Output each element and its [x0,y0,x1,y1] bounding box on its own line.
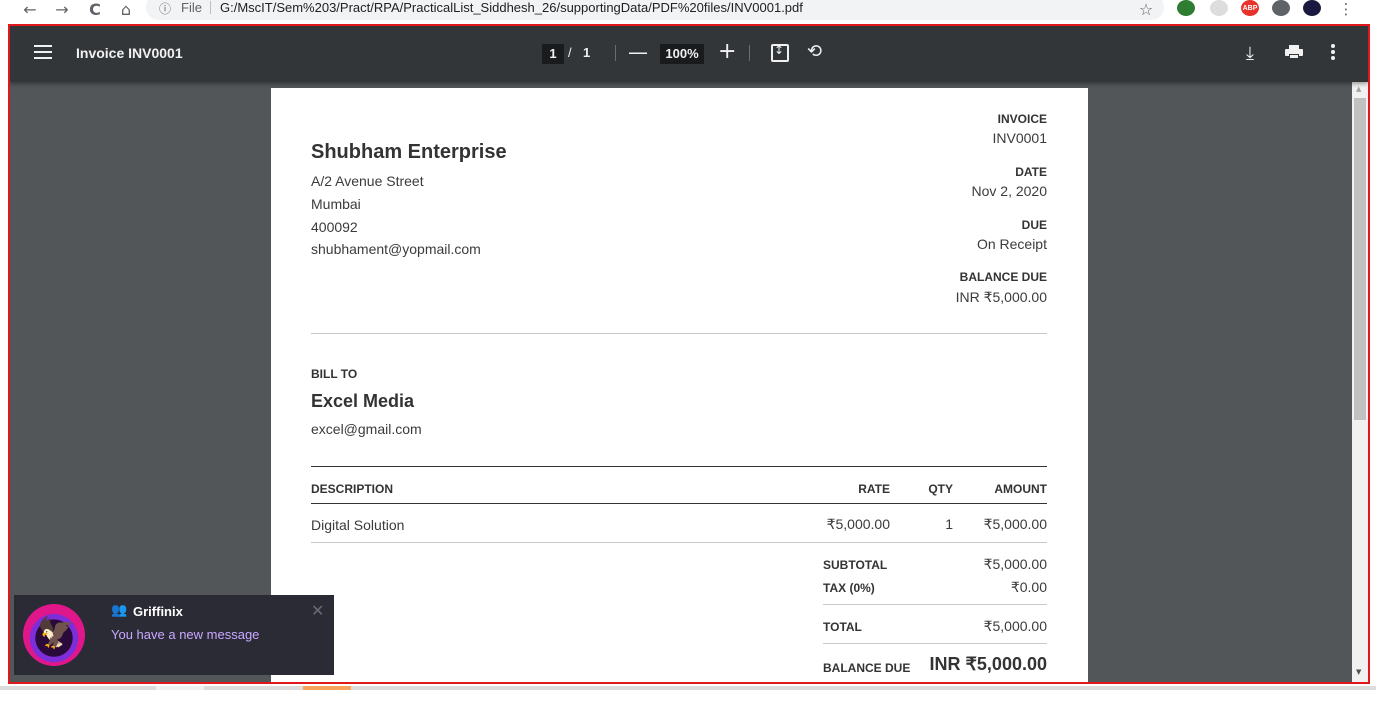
address-divider [210,1,211,14]
page-total: 1 [583,45,591,60]
toolbar-divider [615,45,616,61]
amount-header: AMOUNT [994,482,1047,496]
table-header-border [311,503,1047,504]
company-address: A/2 Avenue Street [311,173,424,189]
forward-arrow-icon[interactable]: → [51,0,73,19]
subtotal-label: SUBTOTAL [823,558,888,572]
scheme-label: File [181,0,202,15]
qty-header: QTY [928,482,953,496]
message-notification[interactable]: 👥 Griffinix You have a new message ✕ [14,595,334,675]
taskbar-item-active[interactable] [303,686,351,690]
home-icon[interactable]: ⌂ [115,0,137,19]
griffin-avatar [23,604,85,666]
url-text[interactable]: G:/MscIT/Sem%203/Pract/RPA/PracticalList… [220,0,803,16]
due-value: On Receipt [976,236,1047,252]
notification-title: Griffinix [133,604,183,619]
download-icon[interactable]: ⤓ [1246,43,1254,64]
zoom-in-button[interactable]: + [718,41,736,63]
company-email: shubhament@yopmail.com [311,241,481,257]
table-top-border [311,466,1047,467]
total-label: TOTAL [823,620,862,634]
date-label: DATE [1015,165,1047,179]
balance-due-label: BALANCE DUE [959,270,1047,284]
fit-to-page-icon[interactable] [771,43,789,62]
green-extension-icon[interactable] [1177,0,1195,16]
notification-message[interactable]: You have a new message [111,627,259,642]
scroll-up-arrow-icon[interactable]: ▲ [1356,85,1361,93]
tax-value: ₹0.00 [1010,579,1047,595]
bookmark-star-icon[interactable]: ☆ [1135,0,1157,19]
browser-menu-icon[interactable]: ⋮ [1335,0,1357,18]
description-header: DESCRIPTION [311,482,394,496]
taskbar-item[interactable] [156,686,204,690]
profile-avatar-icon[interactable] [1303,0,1321,16]
row-divider [311,542,1047,543]
client-email: excel@gmail.com [311,421,422,437]
item-rate: ₹5,000.00 [826,516,890,532]
pdf-viewer: Invoice INV0001 1 / 1 — 100% + ⟲ ⤓ ▲ ▼ S… [8,24,1370,684]
info-icon[interactable]: ⓘ [159,0,171,17]
zoom-level-input[interactable]: 100% [660,44,704,64]
due-label: DUE [1021,218,1047,232]
toolbar-divider [749,45,750,61]
browser-toolbar: ← → C ⌂ ⓘ File G:/MscIT/Sem%203/Pract/RP… [0,0,1376,20]
totals-divider [823,604,1047,605]
tax-label: TAX (0%) [823,581,875,595]
final-balance-value: INR ₹5,000.00 [929,654,1047,674]
rate-header: RATE [858,482,890,496]
invoice-number-label: INVOICE [997,112,1047,126]
puzzle-extension-icon[interactable] [1272,0,1290,16]
item-qty: 1 [945,516,953,532]
taskbar-strip [0,686,1376,690]
company-postal: 400092 [311,219,358,235]
hamburger-menu-icon[interactable] [34,45,52,59]
invoice-date: Nov 2, 2020 [971,183,1048,199]
total-value: ₹5,000.00 [983,618,1047,634]
vertical-scrollbar[interactable]: ▲ ▼ [1352,82,1368,682]
section-divider [311,333,1047,334]
totals-divider [823,643,1047,644]
more-actions-icon[interactable] [1328,44,1338,62]
close-icon[interactable]: ✕ [311,601,324,620]
rotate-icon[interactable]: ⟲ [807,41,822,62]
invoice-number: INV0001 [992,130,1047,146]
back-arrow-icon[interactable]: ← [19,0,41,19]
item-description: Digital Solution [311,517,405,533]
users-icon: 👥 [111,603,128,618]
company-name: Shubham Enterprise [311,141,507,163]
viewer-toolbar: Invoice INV0001 1 / 1 — 100% + ⟲ ⤓ [10,26,1368,82]
scroll-thumb[interactable] [1354,98,1366,420]
zoom-out-button[interactable]: — [628,42,648,62]
balance-due-value: INR ₹5,000.00 [955,289,1047,305]
page-separator: / [568,45,572,60]
reload-icon[interactable]: C [84,0,106,19]
document-title: Invoice INV0001 [76,45,183,61]
page-number-input[interactable]: 1 [542,44,564,64]
item-amount: ₹5,000.00 [983,516,1047,532]
taskbar [0,686,1376,707]
pdf-page: Shubham Enterprise A/2 Avenue Street Mum… [271,88,1088,682]
adblock-extension-icon[interactable]: ABP [1241,0,1259,16]
blank-extension-icon[interactable] [1210,0,1228,16]
subtotal-value: ₹5,000.00 [983,556,1047,572]
print-icon[interactable] [1285,45,1303,59]
bill-to-label: BILL TO [311,367,358,381]
company-city: Mumbai [311,196,361,212]
scroll-down-arrow-icon[interactable]: ▼ [1356,668,1361,676]
client-name: Excel Media [311,391,415,411]
